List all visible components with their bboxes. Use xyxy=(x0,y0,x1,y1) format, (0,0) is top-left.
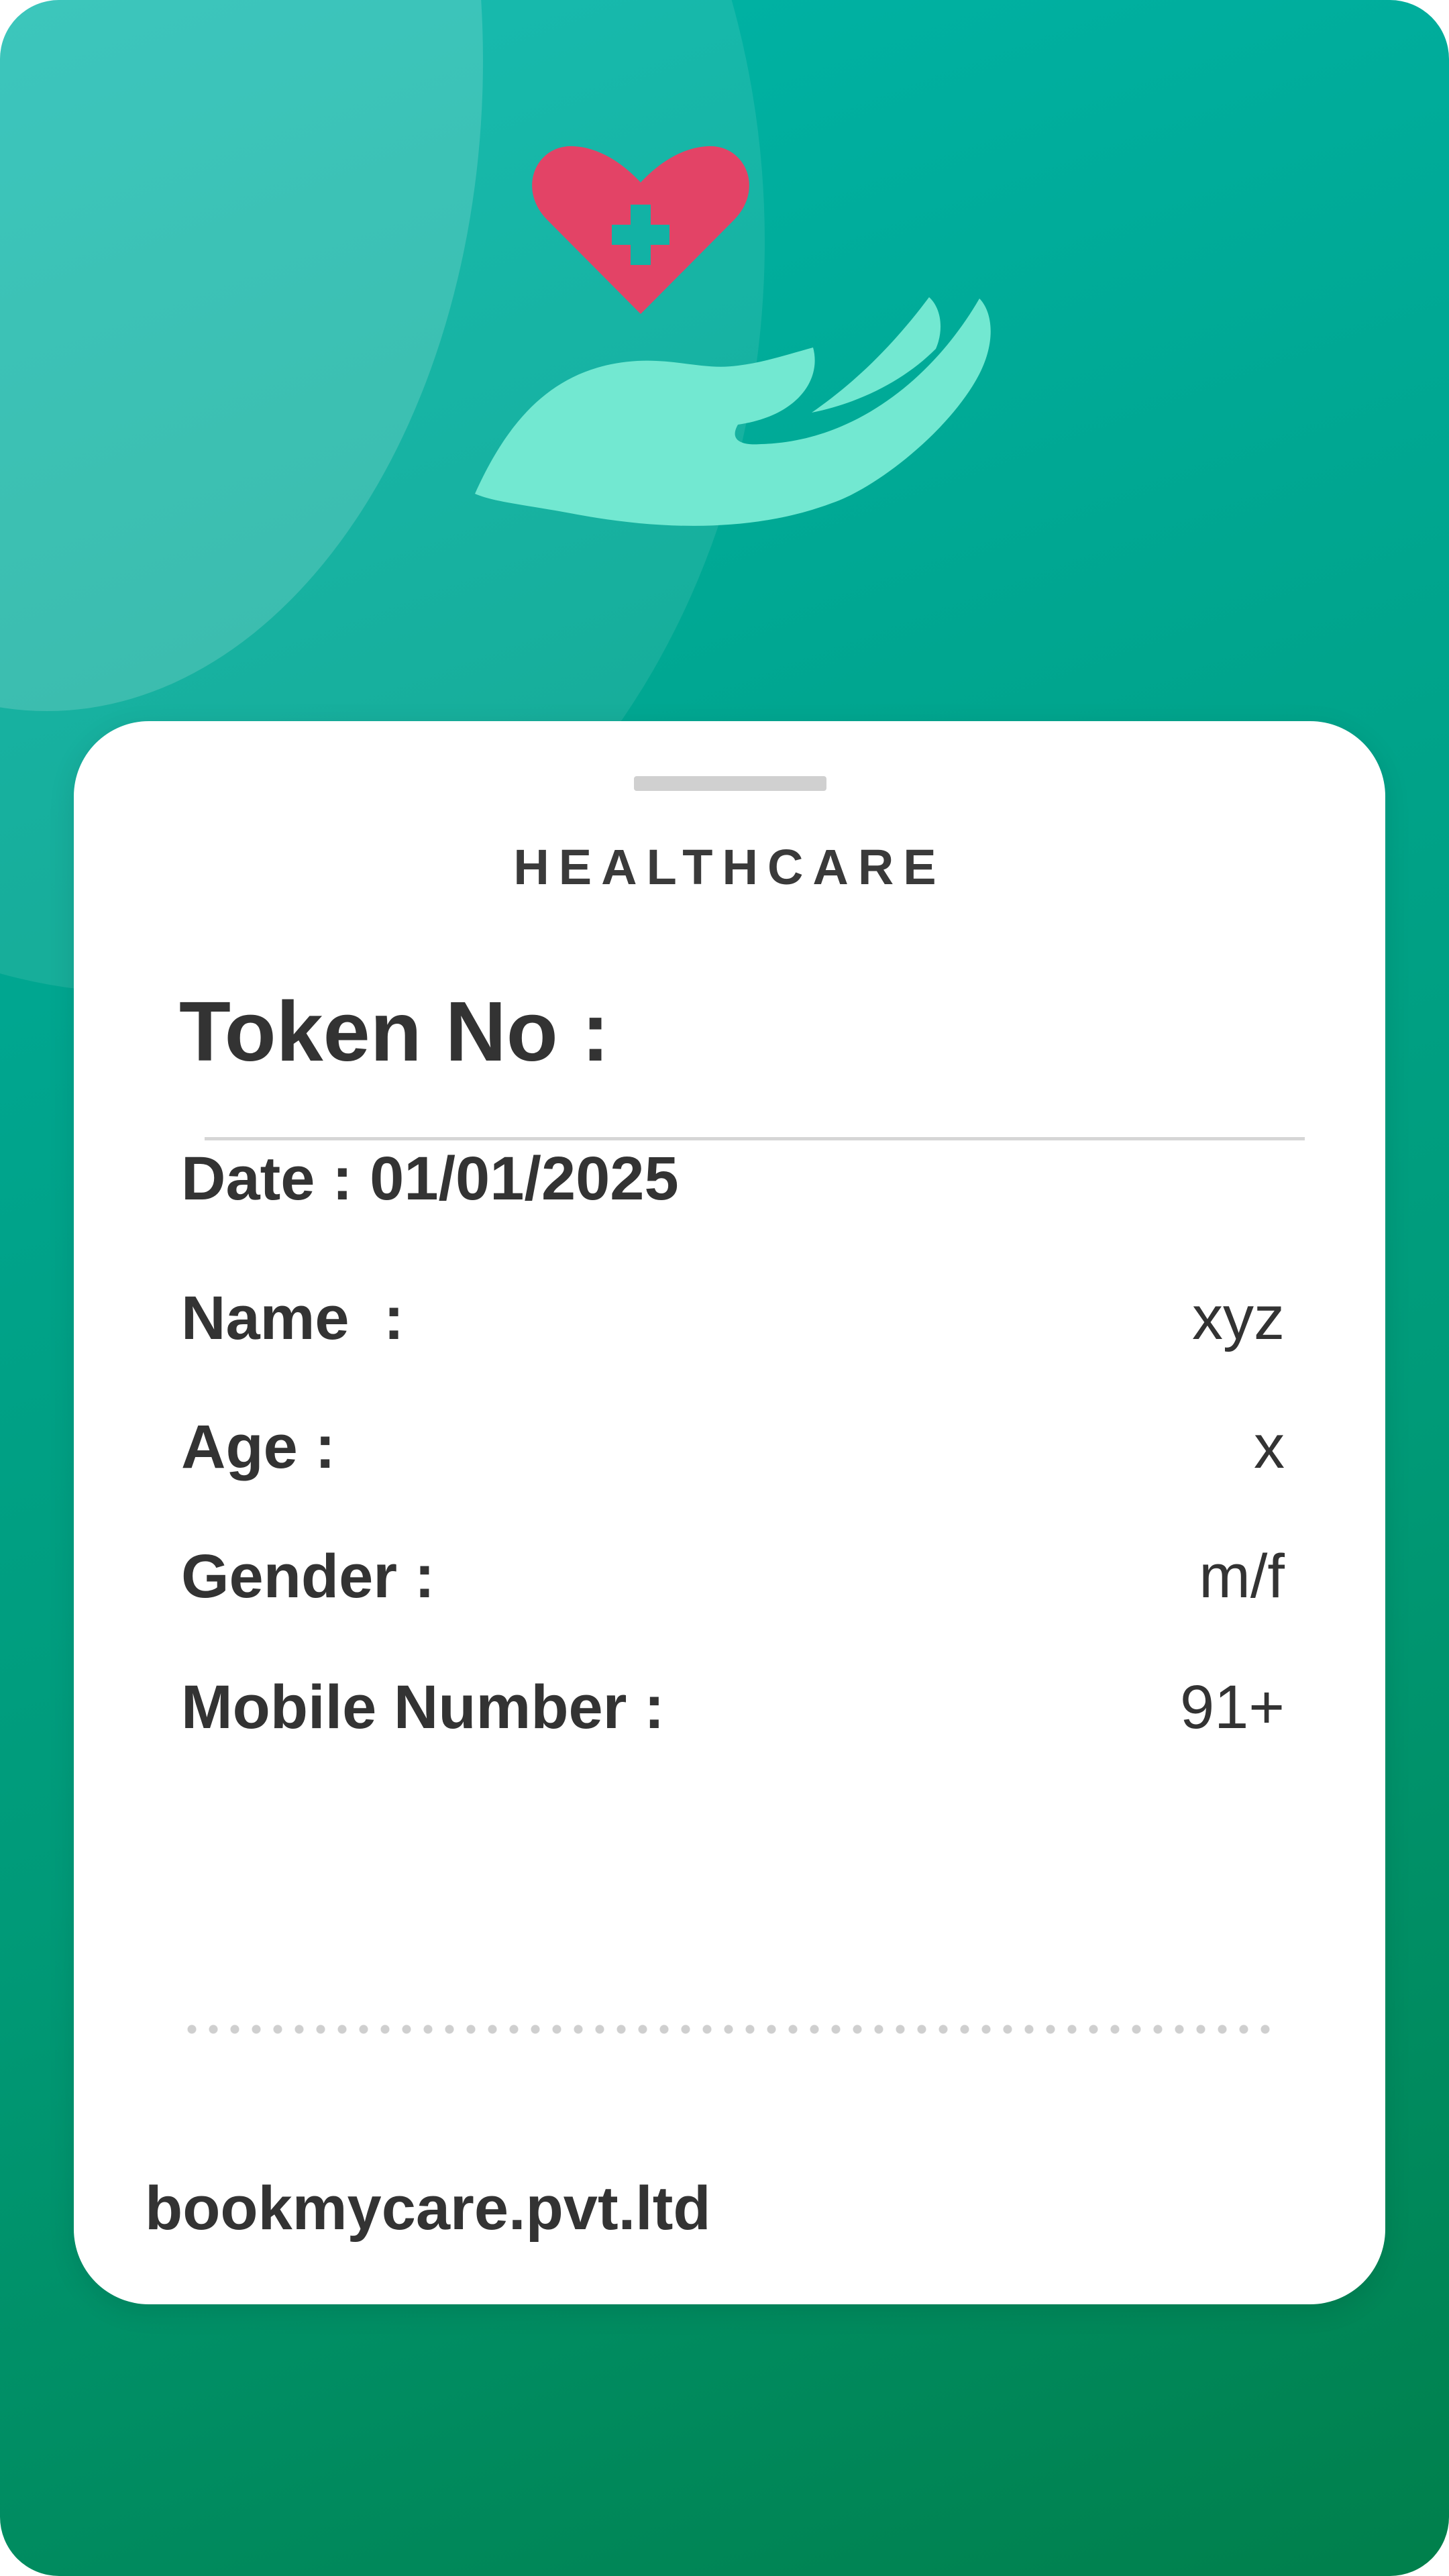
field-label-name: Name : xyxy=(181,1283,405,1352)
healthcare-logo xyxy=(475,146,991,526)
field-value-mobile: 91+ xyxy=(1179,1672,1285,1741)
drag-handle[interactable] xyxy=(634,776,826,791)
app-screen: HEALTHCARE Token No : Date : 01/01/2025 … xyxy=(0,0,1449,2576)
field-label-mobile: Mobile Number : xyxy=(181,1672,665,1741)
open-hand-icon xyxy=(475,297,991,526)
brand-title: HEALTHCARE xyxy=(513,839,946,895)
heart-with-cross-icon xyxy=(532,146,749,314)
field-row-age: Age : x xyxy=(181,1407,1285,1487)
divider-line xyxy=(205,1137,1305,1140)
field-value-name: xyz xyxy=(1192,1283,1285,1352)
dotted-separator xyxy=(181,2025,1271,2034)
token-card: HEALTHCARE Token No : Date : 01/01/2025 … xyxy=(74,721,1385,2304)
field-label-gender: Gender : xyxy=(181,1542,435,1611)
field-row-gender: Gender : m/f xyxy=(181,1536,1285,1617)
field-value-age: x xyxy=(1254,1412,1285,1481)
field-row-name: Name : xyz xyxy=(181,1278,1285,1358)
field-label-age: Age : xyxy=(181,1412,335,1481)
field-row-mobile: Mobile Number : 91+ xyxy=(181,1667,1285,1748)
token-number-label: Token No : xyxy=(179,984,610,1079)
date-text: Date : 01/01/2025 xyxy=(181,1144,679,1213)
footer-company-name: bookmycare.pvt.ltd xyxy=(145,2174,711,2243)
field-value-gender: m/f xyxy=(1199,1542,1285,1611)
